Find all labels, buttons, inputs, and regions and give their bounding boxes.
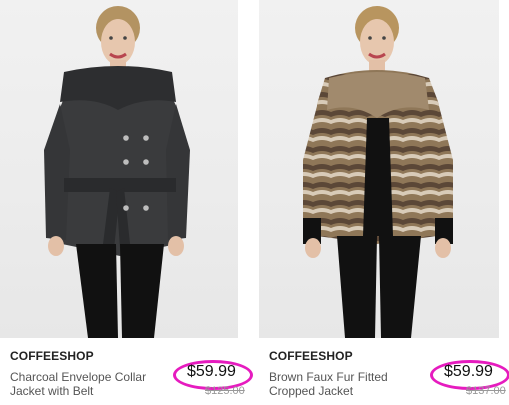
product-image[interactable] (259, 0, 499, 338)
original-price: $125.00 (205, 385, 245, 397)
product-image[interactable] (0, 0, 238, 338)
brand-label: COFFEESHOP (269, 349, 353, 363)
model-charcoal-jacket-illustration (44, 6, 190, 338)
product-name-link[interactable]: Brown Faux Fur Fitted Cropped Jacket (269, 370, 419, 398)
product-card-faux-fur-jacket[interactable]: COFFEESHOP Brown Faux Fur Fitted Cropped… (259, 0, 509, 405)
product-name-link[interactable]: Charcoal Envelope Collar Jacket with Bel… (10, 370, 160, 398)
price-highlight: $59.99 (173, 360, 253, 390)
price-highlight: $59.99 (430, 360, 509, 390)
sale-price: $59.99 (187, 363, 236, 380)
product-card-charcoal-jacket[interactable]: COFFEESHOP Charcoal Envelope Collar Jack… (0, 0, 253, 405)
sale-price: $59.99 (444, 363, 493, 380)
product-grid: COFFEESHOP Charcoal Envelope Collar Jack… (0, 0, 509, 405)
original-price: $137.00 (466, 385, 506, 397)
brand-label: COFFEESHOP (10, 349, 94, 363)
model-faux-fur-jacket-illustration (303, 6, 453, 338)
